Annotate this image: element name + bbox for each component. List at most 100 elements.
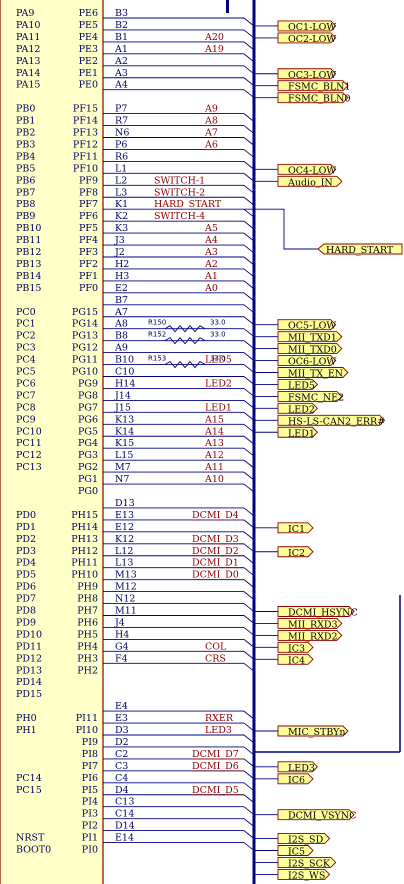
port-label: MII_TX_EN [288,369,343,380]
chip-pin-left: PD2 [16,534,36,545]
port-label: LED2 [288,404,315,415]
ball-label: R7 [115,116,128,127]
chip-pin-left: PD14 [16,677,42,688]
ball-label: G4 [115,641,129,652]
net-label: A5 [204,223,218,234]
chip-pin-right: PE4 [79,32,98,43]
chip-pin-left: PD1 [16,522,36,533]
chip-pin-right: PH12 [71,546,98,557]
port-label: MII_RXD3 [288,619,338,630]
chip-pin-right: PH7 [77,606,98,617]
port-label: IC1 [288,524,305,535]
chip-pin-right: PF1 [79,271,98,282]
chip-pin-right: PE6 [79,8,98,19]
hard-start-port-label: HARD_START [326,245,394,256]
ball-label: M7 [115,462,131,473]
chip-pin-right: PF7 [79,199,98,210]
chip-pin-right: PG11 [72,355,98,366]
chip-pin-left: PB4 [16,151,35,162]
chip-pin-right: PF13 [73,128,98,139]
chip-pin-left: PC2 [16,331,36,342]
chip-pin-right: PF12 [73,139,98,150]
net-label: A15 [204,414,224,425]
chip-pin-left: PB10 [16,223,41,234]
port-label: MIC_STBYn [288,727,346,738]
port-label: MII_TXD1 [288,333,337,344]
wires [103,0,401,884]
ball-label: N6 [115,128,129,139]
chip-pin-left: PC11 [16,438,42,449]
chip-pin-left: PB15 [16,283,41,294]
port-label: Audio_IN [287,177,333,188]
ball-label: A2 [114,56,128,67]
ball-label: P7 [115,104,127,115]
ball-label: H3 [115,271,129,282]
ball-label: E14 [115,833,134,844]
ball-label: A4 [114,80,128,91]
chip-pin-right: PE3 [79,44,98,55]
chip-pin-left: PD9 [16,617,36,628]
chip-pin-right: PH2 [77,665,98,676]
resistor-ref: R150 [148,319,166,327]
ball-label: E4 [115,701,128,712]
chip-pin-right: PG0 [78,486,98,497]
chip-pin-right: PF5 [79,223,98,234]
net-label: SWITCH-4 [154,211,205,222]
chip-pin-right: PF3 [79,247,98,258]
net-label: A4 [204,235,218,246]
net-label: A11 [204,462,224,473]
port-label: IC5 [288,847,305,858]
chip-pin-left: PD11 [16,641,42,652]
ball-label: R6 [115,151,128,162]
chip-pin-right: PG1 [78,474,98,485]
chip-pin-right: PG10 [72,367,98,378]
ball-label: K2 [115,211,128,222]
ball-label: A3 [114,68,128,79]
ball-label: L3 [115,187,127,198]
chip-pin-left: PB8 [16,199,35,210]
port-label: LED5 [288,380,315,391]
port-label: I2S_SCK [288,858,331,869]
chip-pin-left: PC5 [16,367,36,378]
ball-label: M13 [115,570,137,581]
port-label: FSMC_BLN0 [288,94,351,105]
chip-pin-right: PH8 [77,594,98,605]
ball-label: H2 [115,259,129,270]
net-label: COL [205,641,227,652]
net-label: SWITCH-2 [154,187,205,198]
chip-pin-right: PH14 [71,522,98,533]
ball-label: C4 [115,773,128,784]
chip-pin-left: PA13 [16,56,40,67]
chip-pin-right: PE0 [79,80,98,91]
chip-pin-right: PI7 [82,761,98,772]
chip-pin-right: PF15 [73,104,98,115]
net-label: LED2 [205,378,232,389]
net-label: RXER [205,713,234,724]
net-label: DCMI_D0 [192,570,239,581]
ball-label: D14 [115,821,135,832]
chip-pin-left: BOOT0 [16,845,51,856]
chip-pin-right: PH11 [71,558,98,569]
ball-label: L15 [115,450,133,461]
chip-pin-right: PI8 [82,749,98,760]
net-label: A8 [204,116,218,127]
ball-label: P6 [115,139,127,150]
net-label: DCMI_D4 [192,510,239,521]
chip-pin-left: PD8 [16,606,36,617]
net-label: DCMI_D6 [192,761,239,772]
chip-pin-right: PI6 [82,773,98,784]
net-label: A0 [204,283,218,294]
chip-pin-left: PD10 [16,629,42,640]
chip-pin-right: PG5 [78,426,98,437]
chip-pin-right: PI0 [82,845,98,856]
ball-label: L2 [115,175,127,186]
ball-label: L1 [115,163,127,174]
chip-pin-right: PI5 [82,785,98,796]
chip-pin-right: PG12 [72,343,98,354]
ball-label: B8 [115,331,128,342]
resistor-value: 33.0 [210,331,226,339]
ball-label: C13 [115,797,134,808]
chip-pin-left: PD0 [16,510,36,521]
net-label: A19 [204,44,224,55]
chip-pin-right: PE5 [79,20,98,31]
